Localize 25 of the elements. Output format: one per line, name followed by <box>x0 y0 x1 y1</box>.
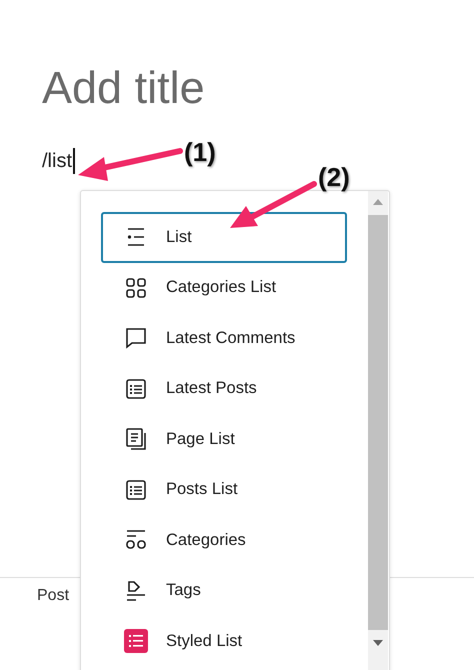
scrollbar[interactable] <box>368 191 388 670</box>
list-box-icon <box>124 478 148 502</box>
grid-icon <box>124 276 148 300</box>
block-option[interactable]: Latest Posts <box>101 364 347 414</box>
block-option[interactable]: Latest Comments <box>101 313 347 364</box>
list-box-icon <box>124 376 148 401</box>
paragraph-text: /list <box>42 150 72 172</box>
title-field[interactable]: Add title <box>42 58 252 118</box>
annotation-label: (2) <box>318 162 350 193</box>
block-option[interactable]: Posts List <box>101 464 347 515</box>
annotation-label: (1) <box>184 137 216 168</box>
comment-icon <box>124 326 148 350</box>
block-option[interactable]: Page List <box>101 414 347 464</box>
block-option[interactable]: Categories List <box>101 262 347 313</box>
block-option[interactable]: Tags <box>101 566 347 616</box>
styled-list-icon <box>124 629 148 654</box>
scroll-up-icon[interactable] <box>373 199 383 205</box>
tag-icon <box>124 578 148 603</box>
scroll-down-icon[interactable] <box>373 640 383 646</box>
text-cursor <box>73 148 75 174</box>
block-option[interactable]: List <box>101 212 347 262</box>
block-option[interactable]: Styled List <box>101 616 347 666</box>
pages-icon <box>124 427 148 452</box>
breadcrumb-link[interactable]: Post <box>37 586 70 604</box>
block-option[interactable]: Categories <box>101 515 347 566</box>
